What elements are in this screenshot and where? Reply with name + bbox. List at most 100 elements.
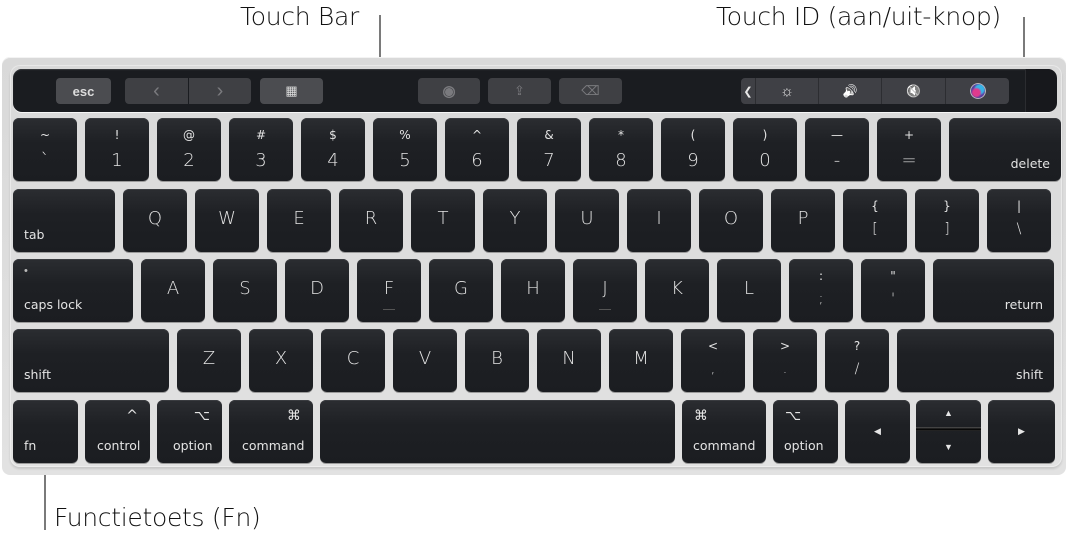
key-w[interactable]: W	[195, 189, 259, 252]
key-shift[interactable]: shift	[13, 329, 169, 392]
key-1[interactable]: ! 1	[85, 118, 149, 181]
key-6[interactable]: ^ 6	[445, 118, 509, 181]
key-symbol[interactable]: | \	[987, 189, 1051, 252]
key-e[interactable]: E	[267, 189, 331, 252]
touch-id-button[interactable]	[1025, 69, 1057, 112]
key-d[interactable]: D	[285, 259, 349, 322]
key-g[interactable]: G	[429, 259, 493, 322]
key-shift-symbol: |	[1016, 199, 1022, 213]
key-symbol[interactable]: >.	[753, 329, 817, 392]
key-4[interactable]: $4	[301, 118, 365, 181]
brightness-button[interactable]: ☼	[756, 78, 818, 104]
key-shift-symbol: >	[779, 339, 791, 353]
key-letter: I	[656, 208, 662, 229]
command-label: command	[693, 438, 756, 453]
key-shift[interactable]: shift	[897, 329, 1054, 392]
key-x[interactable]: X	[249, 329, 313, 392]
key-y[interactable]: Y	[483, 189, 547, 252]
key-symbol[interactable]: }]	[915, 189, 979, 252]
caps-lock-indicator: •	[24, 265, 28, 277]
back-button[interactable]: ‹	[125, 78, 188, 104]
siri-button[interactable]	[946, 78, 1009, 104]
command-key-left[interactable]: ⌘ command	[229, 400, 313, 463]
command-key-right[interactable]: ⌘ command	[682, 400, 766, 463]
key-s[interactable]: S	[213, 259, 277, 322]
key-z[interactable]: Z	[177, 329, 241, 392]
key-5[interactable]: % 5	[373, 118, 437, 181]
key-7[interactable]: & 7	[517, 118, 581, 181]
key-9[interactable]: (9	[661, 118, 725, 181]
key-symbol[interactable]: {[	[843, 189, 907, 252]
key-l[interactable]: L	[717, 259, 781, 322]
key-letter: V	[418, 348, 432, 369]
touch-bar[interactable]: esc ‹ › ▦ ◉ ⇪ ⌫ ❮ ☼ 🔊 🔇	[13, 69, 1057, 112]
command-label: command	[242, 438, 305, 453]
quick-look-button[interactable]: ◉	[418, 78, 480, 104]
key-0[interactable]: ) 0	[733, 118, 797, 181]
key-a[interactable]: A	[141, 259, 205, 322]
key-n[interactable]: N	[537, 329, 601, 392]
forward-button[interactable]: ›	[189, 78, 251, 104]
arrow-key-divider	[916, 427, 981, 431]
key-q[interactable]: Q	[123, 189, 187, 252]
mute-button[interactable]: 🔇	[882, 78, 945, 104]
key-r[interactable]: R	[339, 189, 403, 252]
volume-button[interactable]: 🔊	[819, 78, 881, 104]
share-icon: ⇪	[514, 83, 525, 98]
key-c[interactable]: C	[321, 329, 385, 392]
esc-button[interactable]: esc	[56, 78, 111, 104]
key-label: tab	[24, 227, 45, 242]
share-button[interactable]: ⇪	[488, 78, 551, 104]
key-letter: Q	[147, 208, 163, 229]
key-symbol: 1	[111, 150, 123, 171]
key-symbol[interactable]: " '	[861, 259, 925, 322]
key-symbol: ;	[818, 291, 824, 307]
space-bar[interactable]	[320, 400, 675, 463]
key-symbol[interactable]: :;	[789, 259, 853, 322]
key-symbol[interactable]: ? /	[825, 329, 889, 392]
callout-touch-bar: Touch Bar	[240, 2, 359, 31]
key-u[interactable]: U	[555, 189, 619, 252]
key-t[interactable]: T	[411, 189, 475, 252]
mission-control-button[interactable]: ▦	[260, 78, 323, 104]
key-k[interactable]: K	[645, 259, 709, 322]
key-symbol: 6	[471, 150, 483, 171]
key-letter: M	[633, 348, 649, 369]
key-symbol[interactable]: <,	[681, 329, 745, 392]
key-caps-lock[interactable]: caps lock •	[13, 259, 133, 322]
key-o[interactable]: O	[699, 189, 763, 252]
key-f[interactable]: F	[357, 259, 421, 322]
key-j[interactable]: J	[573, 259, 637, 322]
option-key-right[interactable]: ⌥ option	[773, 400, 838, 463]
key-letter: R	[364, 208, 378, 229]
key-shift-symbol: <	[707, 339, 719, 353]
control-key[interactable]: ^ control	[85, 400, 150, 463]
key-v[interactable]: V	[393, 329, 457, 392]
fn-key[interactable]: fn	[13, 400, 78, 463]
key-symbol: 5	[399, 150, 411, 171]
collapse-control-strip-button[interactable]: ❮	[741, 78, 755, 104]
key-8[interactable]: * 8	[589, 118, 653, 181]
arrow-down-key[interactable]: ▼	[916, 432, 981, 463]
key-symbol[interactable]: ~ `	[13, 118, 77, 181]
tag-button[interactable]: ⌫	[559, 78, 622, 104]
arrow-left-key[interactable]: ◀	[845, 400, 910, 463]
key-label: shift	[24, 367, 51, 382]
key-m[interactable]: M	[609, 329, 673, 392]
option-key-left[interactable]: ⌥ option	[157, 400, 222, 463]
key-3[interactable]: #3	[229, 118, 293, 181]
key-h[interactable]: H	[501, 259, 565, 322]
key-b[interactable]: B	[465, 329, 529, 392]
key-delete[interactable]: delete	[949, 118, 1061, 181]
key-symbol[interactable]: — -	[805, 118, 869, 181]
key-symbol: ]	[944, 221, 950, 237]
key-p[interactable]: P	[771, 189, 835, 252]
arrow-up-key[interactable]: ▲	[916, 400, 981, 428]
key-2[interactable]: @2	[157, 118, 221, 181]
key-symbol[interactable]: + =	[877, 118, 941, 181]
key-tab[interactable]: tab	[13, 189, 115, 252]
key-return[interactable]: return	[933, 259, 1054, 322]
key-i[interactable]: I	[627, 189, 691, 252]
key-symbol: 2	[183, 150, 195, 171]
arrow-right-key[interactable]: ▶	[988, 400, 1055, 463]
